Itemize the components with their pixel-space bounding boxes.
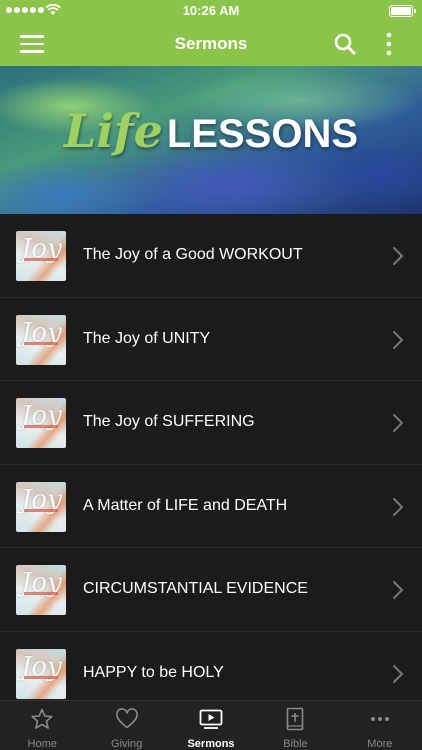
tab-label: Home <box>27 738 57 750</box>
chevron-right-icon <box>393 414 403 432</box>
ellipsis-icon <box>370 717 389 721</box>
series-logo-script: Life <box>63 104 163 158</box>
chevron-right-icon <box>393 664 403 683</box>
heart-icon <box>115 708 138 729</box>
chevron-right-icon <box>393 247 403 265</box>
sermon-thumbnail: Joy <box>16 314 66 365</box>
sermon-row[interactable]: Joy HAPPY to be HOLY <box>0 632 422 701</box>
search-icon[interactable] <box>333 32 357 56</box>
series-logo: Life LESSONS <box>0 104 422 158</box>
bible-icon <box>287 707 304 731</box>
series-banner: Life LESSONS <box>0 66 422 214</box>
more-options-icon[interactable] <box>380 31 398 57</box>
tab-bar: Home Giving Sermons Bible More <box>0 700 422 750</box>
tab-more[interactable]: More <box>338 701 422 750</box>
tab-label: Bible <box>283 738 308 750</box>
tab-bible[interactable]: Bible <box>253 701 337 750</box>
sermon-row[interactable]: Joy CIRCUMSTANTIAL EVIDENCE <box>0 548 422 632</box>
status-bar: 10:26 AM <box>0 0 422 22</box>
sermon-row[interactable]: Joy The Joy of a Good WORKOUT <box>0 214 422 298</box>
sermon-row[interactable]: Joy The Joy of SUFFERING <box>0 381 422 465</box>
sermon-title: CIRCUMSTANTIAL EVIDENCE <box>83 580 308 597</box>
series-logo-title: LESSONS <box>166 112 359 156</box>
tab-label: Giving <box>111 738 143 750</box>
sermon-thumbnail: Joy <box>16 565 66 615</box>
sermon-thumbnail: Joy <box>16 648 66 699</box>
sermon-thumbnail: Joy <box>16 481 66 532</box>
star-icon <box>31 708 53 729</box>
sermon-title: HAPPY to be HOLY <box>83 663 224 681</box>
chevron-right-icon <box>393 581 403 599</box>
sermon-title: A Matter of LIFE and DEATH <box>83 496 288 514</box>
play-icon <box>199 709 223 729</box>
page-title: Sermons <box>174 34 248 53</box>
sermon-title: The Joy of UNITY <box>83 329 211 347</box>
sermon-list: Joy The Joy of a Good WORKOUT Joy The Joy o… <box>0 214 422 700</box>
tab-sermons[interactable]: Sermons <box>169 701 253 750</box>
battery-icon <box>389 5 416 17</box>
tab-label: Sermons <box>187 738 235 750</box>
tab-giving[interactable]: Giving <box>84 701 168 750</box>
sermon-thumbnail: Joy <box>16 231 66 281</box>
sermon-thumbnail: Joy <box>16 398 66 448</box>
sermon-row[interactable]: Joy A Matter of LIFE and DEATH <box>0 465 422 548</box>
tab-home[interactable]: Home <box>0 701 84 750</box>
sermon-title: The Joy of a Good WORKOUT <box>83 246 303 263</box>
nav-bar: Sermons <box>0 22 422 66</box>
status-time: 10:26 AM <box>182 3 240 18</box>
chevron-right-icon <box>393 330 403 349</box>
sermon-row[interactable]: Joy The Joy of UNITY <box>0 298 422 381</box>
sermon-title: The Joy of SUFFERING <box>83 413 255 430</box>
chevron-right-icon <box>393 497 403 516</box>
tab-label: More <box>367 738 393 750</box>
